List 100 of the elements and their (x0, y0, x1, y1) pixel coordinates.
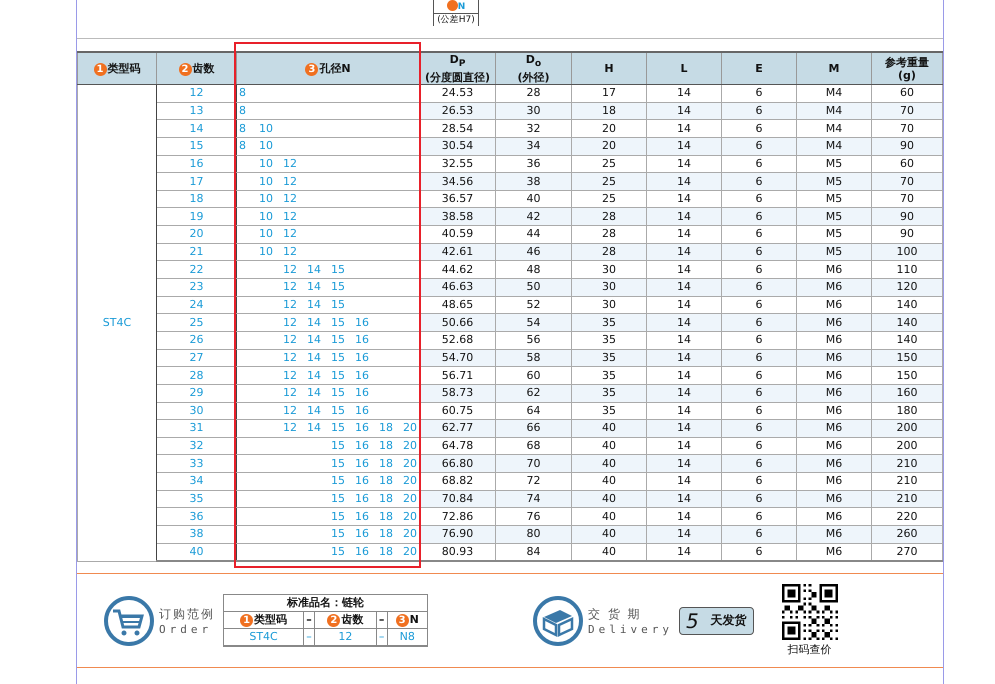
table-cell: 14 (646, 472, 722, 490)
table-cell: 40 (572, 472, 646, 490)
bore-value: 16 (355, 350, 370, 366)
bore-value: 15 (331, 438, 346, 454)
table-cell: 60 (496, 366, 572, 384)
bore-value: 16 (355, 544, 370, 560)
column-header: – (304, 612, 314, 629)
bore-value: 15 (331, 402, 346, 419)
table-cell: 46.63 (420, 278, 496, 296)
table-cell: M4 (796, 84, 872, 102)
table-cell: 12 (314, 628, 376, 646)
bore-value: 14 (307, 350, 322, 366)
table-cell: 150 (872, 366, 942, 384)
table-cell: 20 (572, 120, 646, 138)
bore-value: 16 (355, 385, 370, 402)
table-cell: ST4C (78, 84, 156, 562)
bore-value: 15 (331, 508, 346, 525)
bore-value: 10 (259, 244, 274, 260)
column-header: 1 类型码 (224, 612, 304, 629)
table-cell: M6 (796, 490, 872, 508)
table-cell: 6 (722, 384, 796, 402)
table-cell: 6 (722, 366, 796, 384)
bore-value: 18 (379, 526, 394, 542)
bore-value: 12 (283, 208, 298, 225)
table-cell: 6 (722, 454, 796, 473)
table-cell: 14 (646, 208, 722, 226)
table-cell: M6 (796, 384, 872, 402)
table-cell: 17 (156, 172, 236, 190)
bore-value: 16 (355, 402, 370, 419)
bore-value: 12 (283, 297, 298, 313)
table-cell: 34 (496, 137, 572, 156)
delivery-subtitle: Delivery (588, 622, 673, 636)
bore-value: 14 (307, 402, 322, 419)
table-cell: 62 (496, 384, 572, 402)
table-cell: 46 (496, 243, 572, 261)
column-header: H (572, 52, 646, 84)
table-cell: 84 (496, 543, 572, 562)
bore-value: 15 (331, 473, 346, 490)
table-cell: 14 (646, 331, 722, 350)
bore-value: 12 (283, 402, 298, 419)
table-cell: ST4C (224, 628, 304, 646)
table-cell: 210 (872, 472, 942, 490)
bore-value: 18 (379, 438, 394, 454)
column-header: L (646, 52, 722, 84)
table-cell: 6 (722, 420, 796, 438)
bore-value: 10 (259, 191, 274, 208)
table-cell: 160 (872, 384, 942, 402)
table-cell: M6 (796, 454, 872, 473)
table-cell: 120 (872, 278, 942, 296)
number-badge: 1 (94, 62, 106, 76)
table-cell: 30.54 (420, 137, 496, 156)
bore-value: 12 (283, 332, 298, 348)
bore-value: 8 (239, 120, 247, 137)
table-cell: 42 (496, 208, 572, 226)
cart-icon (103, 594, 155, 647)
table-cell: 6 (722, 137, 796, 156)
table-cell: 28 (572, 243, 646, 261)
table-cell: 24.53 (420, 84, 496, 102)
dimension-note: N (公差H7) (433, 0, 479, 26)
table-cell: 14 (646, 102, 722, 120)
box-icon (532, 594, 584, 647)
number-badge: 1 (240, 614, 254, 628)
bore-value: 14 (307, 385, 322, 402)
bore-value: 20 (403, 491, 418, 508)
table-cell: 35 (572, 384, 646, 402)
table-cell: 33 (156, 454, 236, 473)
table-cell: 14 (646, 366, 722, 384)
bore-value: 16 (355, 456, 370, 472)
table-cell: 19 (156, 208, 236, 226)
table-cell: 25 (156, 314, 236, 332)
table-cell: 35 (572, 314, 646, 332)
table-cell: 6 (722, 243, 796, 261)
column-header: 1 类型码 (78, 52, 156, 84)
table-cell: 6 (722, 102, 796, 120)
table-cell: 40 (572, 454, 646, 473)
bore-value: 20 (403, 456, 418, 472)
table-cell: 70 (872, 102, 942, 120)
table-cell: 25 (572, 172, 646, 190)
bore-value: 15 (331, 526, 346, 542)
bore-value: 20 (403, 544, 418, 560)
table-cell: 72 (496, 472, 572, 490)
bore-value: 12 (283, 279, 298, 296)
column-header: D$_{o}$ (外径) (496, 52, 572, 84)
bore-value: 10 (259, 208, 274, 225)
table-cell: 40 (572, 543, 646, 562)
table-cell: 35 (156, 490, 236, 508)
table-cell: 40.59 (420, 226, 496, 244)
table-cell: M6 (796, 543, 872, 562)
bore-value: 18 (379, 491, 394, 508)
bore-value: 14 (307, 279, 322, 296)
table-cell: 26 (156, 331, 236, 350)
column-header: 参考重量 (g) (872, 52, 942, 84)
table-cell: 20 (156, 226, 236, 244)
table-cell: 14 (646, 526, 722, 544)
bore-value: 16 (355, 473, 370, 490)
bore-value: 10 (259, 138, 274, 154)
table-cell: 42.61 (420, 243, 496, 261)
table-cell: M5 (796, 172, 872, 190)
table-cell: 14 (646, 420, 722, 438)
bore-value: 10 (259, 174, 274, 190)
